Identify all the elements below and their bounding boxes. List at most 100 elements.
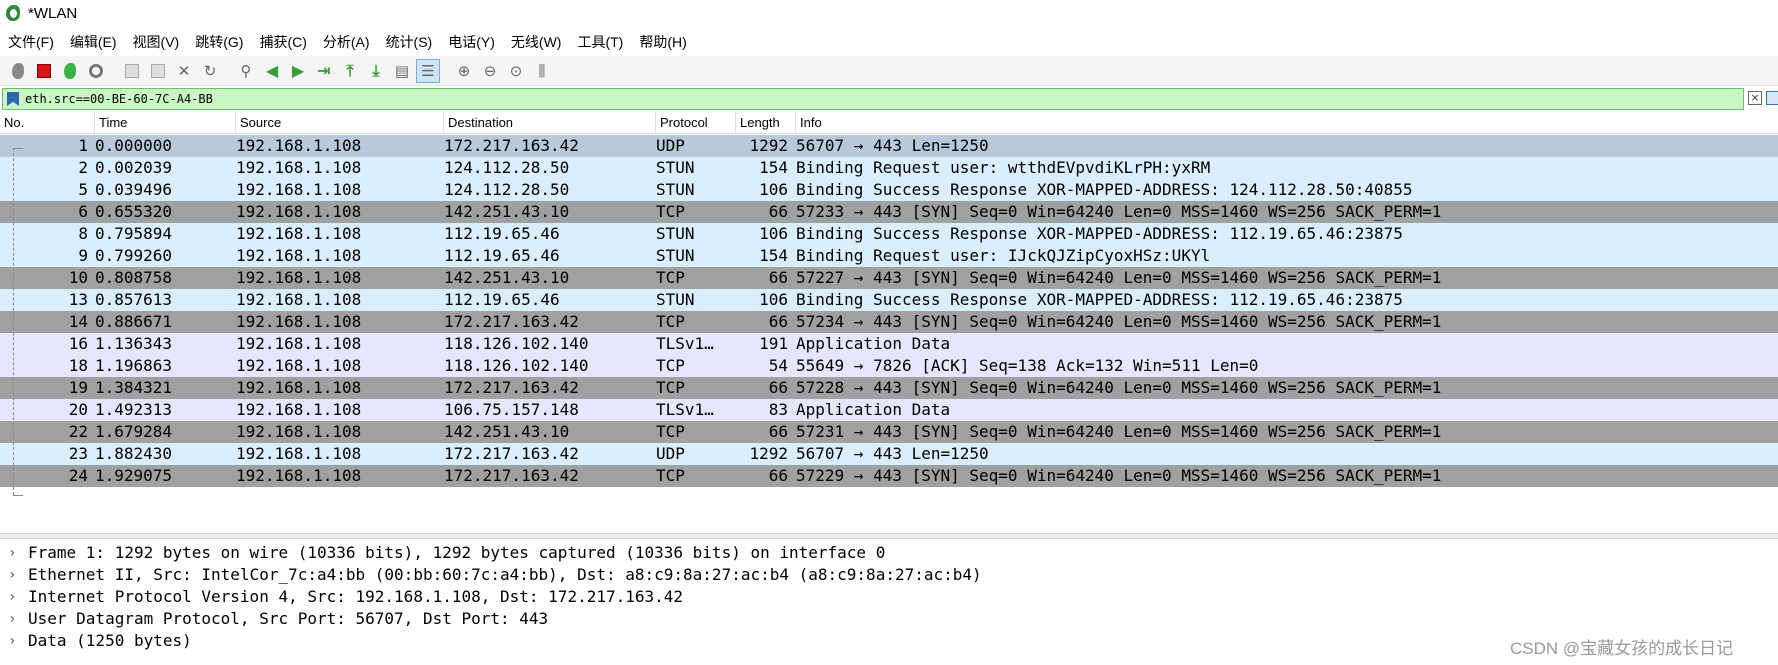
packet-row[interactable]: 9 0.799260 192.168.1.108 112.19.65.46 STUN 15…: [0, 245, 1778, 267]
detail-tree-item[interactable]: › User Datagram Protocol, Src Port: 56707…: [0, 608, 1778, 630]
shark-fin-start-icon[interactable]: [6, 59, 30, 83]
packet-cell-len: 66: [768, 202, 788, 221]
packet-cell-dst: 118.126.102.140: [444, 356, 589, 375]
clear-filter-icon[interactable]: ×: [1748, 91, 1762, 105]
packet-cell-time: 1.136343: [95, 334, 173, 353]
packet-row[interactable]: 10 0.808758 192.168.1.108 142.251.43.10 TCP 6…: [0, 267, 1778, 289]
autoscroll-icon[interactable]: ▤: [390, 59, 414, 83]
pane-splitter[interactable]: [0, 533, 1778, 539]
packet-row[interactable]: 5 0.039496 192.168.1.108 124.112.28.50 STUN 1…: [0, 179, 1778, 201]
packet-list[interactable]: 1 0.000000 192.168.1.108 172.217.163.42 UDP 1…: [0, 135, 1778, 533]
chevron-right-icon[interactable]: ›: [8, 542, 20, 564]
packet-cell-src: 192.168.1.108: [236, 312, 362, 331]
menu-item[interactable]: 无线(W): [503, 30, 570, 54]
menu-item[interactable]: 电话(Y): [440, 30, 503, 54]
packet-cell-src: 192.168.1.108: [236, 422, 362, 441]
packet-cell-dst: 118.126.102.140: [444, 334, 589, 353]
packet-cell-time: 0.655320: [95, 202, 173, 221]
display-filter-field: [2, 88, 1744, 110]
packet-cell-info: 57234 → 443 [SYN] Seq=0 Win=64240 Len=0 …: [796, 312, 1442, 331]
chevron-right-icon[interactable]: ›: [8, 586, 20, 608]
packet-cell-len: 66: [768, 378, 788, 397]
packet-row[interactable]: 22 1.679284 192.168.1.108 142.251.43.10 TCP 6…: [0, 421, 1778, 443]
packet-cell-len: 106: [759, 224, 788, 243]
zoom-in-icon[interactable]: ⊕: [452, 59, 476, 83]
column-header-destination[interactable]: Destination: [444, 112, 656, 134]
go-to-packet-icon[interactable]: ⇥: [312, 59, 336, 83]
packet-cell-len: 83: [768, 400, 788, 419]
packet-cell-time: 0.795894: [95, 224, 173, 243]
column-header-source[interactable]: Source: [236, 112, 444, 134]
packet-list-header: No. Time Source Destination Protocol Len…: [0, 112, 1778, 134]
go-last-icon[interactable]: ⤓: [364, 59, 388, 83]
packet-row[interactable]: 23 1.882430 192.168.1.108 172.217.163.42 UDP…: [0, 443, 1778, 465]
save-file-icon[interactable]: [146, 59, 170, 83]
open-file-icon[interactable]: [120, 59, 144, 83]
column-header-info[interactable]: Info: [796, 112, 1778, 134]
column-header-no[interactable]: No.: [0, 112, 95, 134]
packet-cell-info: 55649 → 7826 [ACK] Seq=138 Ack=132 Win=5…: [796, 356, 1259, 375]
packet-cell-dst: 112.19.65.46: [444, 290, 560, 309]
resize-columns-icon[interactable]: ⫼: [530, 59, 554, 83]
menu-item[interactable]: 编辑(E): [62, 30, 125, 54]
packet-cell-src: 192.168.1.108: [236, 356, 362, 375]
packet-row[interactable]: 8 0.795894 192.168.1.108 112.19.65.46 STUN 10…: [0, 223, 1778, 245]
menu-item[interactable]: 文件(F): [0, 30, 62, 54]
bookmark-icon[interactable]: [7, 92, 19, 106]
menu-item[interactable]: 帮助(H): [631, 30, 694, 54]
toolbar-separator: [442, 59, 450, 83]
packet-row[interactable]: 24 1.929075 192.168.1.108 172.217.163.42 TCP…: [0, 465, 1778, 487]
packet-cell-time: 0.886671: [95, 312, 173, 331]
restart-capture-icon[interactable]: [58, 59, 82, 83]
packet-cell-proto: STUN: [656, 224, 695, 243]
zoom-reset-icon[interactable]: ⊙: [504, 59, 528, 83]
column-header-time[interactable]: Time: [95, 112, 236, 134]
packet-cell-src: 192.168.1.108: [236, 224, 362, 243]
chevron-right-icon[interactable]: ›: [8, 564, 20, 586]
chevron-right-icon[interactable]: ›: [8, 630, 20, 652]
colorize-icon[interactable]: ☰: [416, 58, 440, 83]
stop-capture-icon[interactable]: [32, 59, 56, 83]
go-forward-icon[interactable]: ▶: [286, 59, 310, 83]
detail-tree-item[interactable]: › Ethernet II, Src: IntelCor_7c:a4:bb (00…: [0, 564, 1778, 586]
zoom-out-icon[interactable]: ⊖: [478, 59, 502, 83]
reload-file-icon[interactable]: ↻: [198, 59, 222, 83]
packet-row[interactable]: 14 0.886671 192.168.1.108 172.217.163.42 TCP…: [0, 311, 1778, 333]
menu-item[interactable]: 跳转(G): [187, 30, 251, 54]
packet-row[interactable]: 13 0.857613 192.168.1.108 112.19.65.46 STUN 1…: [0, 289, 1778, 311]
watermark: CSDN @宝藏女孩的成长日记: [1510, 639, 1734, 658]
column-header-protocol[interactable]: Protocol: [656, 112, 736, 134]
menu-item[interactable]: 统计(S): [378, 30, 441, 54]
chevron-right-icon[interactable]: ›: [8, 608, 20, 630]
menu-item[interactable]: 视图(V): [125, 30, 188, 54]
packet-cell-dst: 124.112.28.50: [444, 158, 570, 177]
packet-row[interactable]: 16 1.136343 192.168.1.108 118.126.102.140 TL…: [0, 333, 1778, 355]
packet-cell-src: 192.168.1.108: [236, 466, 362, 485]
find-packet-icon[interactable]: ⚲: [234, 59, 258, 83]
column-header-length[interactable]: Length: [736, 112, 796, 134]
packet-cell-len: 106: [759, 180, 788, 199]
packet-row[interactable]: 18 1.196863 192.168.1.108 118.126.102.140 TC…: [0, 355, 1778, 377]
packet-row[interactable]: 20 1.492313 192.168.1.108 106.75.157.148 TLS…: [0, 399, 1778, 421]
detail-tree-item[interactable]: › Frame 1: 1292 bytes on wire (10336 bits…: [0, 542, 1778, 564]
packet-row[interactable]: 2 0.002039 192.168.1.108 124.112.28.50 STUN 1…: [0, 157, 1778, 179]
apply-filter-icon[interactable]: [1766, 91, 1778, 105]
detail-tree-item[interactable]: › Internet Protocol Version 4, Src: 192.1…: [0, 586, 1778, 608]
packet-row[interactable]: 6 0.655320 192.168.1.108 142.251.43.10 TCP 66…: [0, 201, 1778, 223]
go-first-icon[interactable]: ⤒: [338, 59, 362, 83]
go-back-icon[interactable]: ◀: [260, 59, 284, 83]
packet-cell-src: 192.168.1.108: [236, 202, 362, 221]
display-filter-input[interactable]: [25, 90, 1625, 108]
menu-item[interactable]: 分析(A): [315, 30, 378, 54]
detail-tree-label: Data (1250 bytes): [28, 631, 192, 650]
conversation-start-mark: [13, 148, 23, 149]
toolbar-separator: [224, 59, 232, 83]
window-title: *WLAN: [28, 4, 78, 22]
packet-row[interactable]: 19 1.384321 192.168.1.108 172.217.163.42 TCP…: [0, 377, 1778, 399]
wireshark-logo-icon: [4, 4, 22, 22]
packet-row[interactable]: 1 0.000000 192.168.1.108 172.217.163.42 UDP 1…: [0, 135, 1778, 157]
menu-item[interactable]: 捕获(C): [251, 30, 314, 54]
menu-item[interactable]: 工具(T): [569, 30, 631, 54]
close-file-icon[interactable]: ✕: [172, 59, 196, 83]
capture-options-icon[interactable]: [84, 59, 108, 83]
